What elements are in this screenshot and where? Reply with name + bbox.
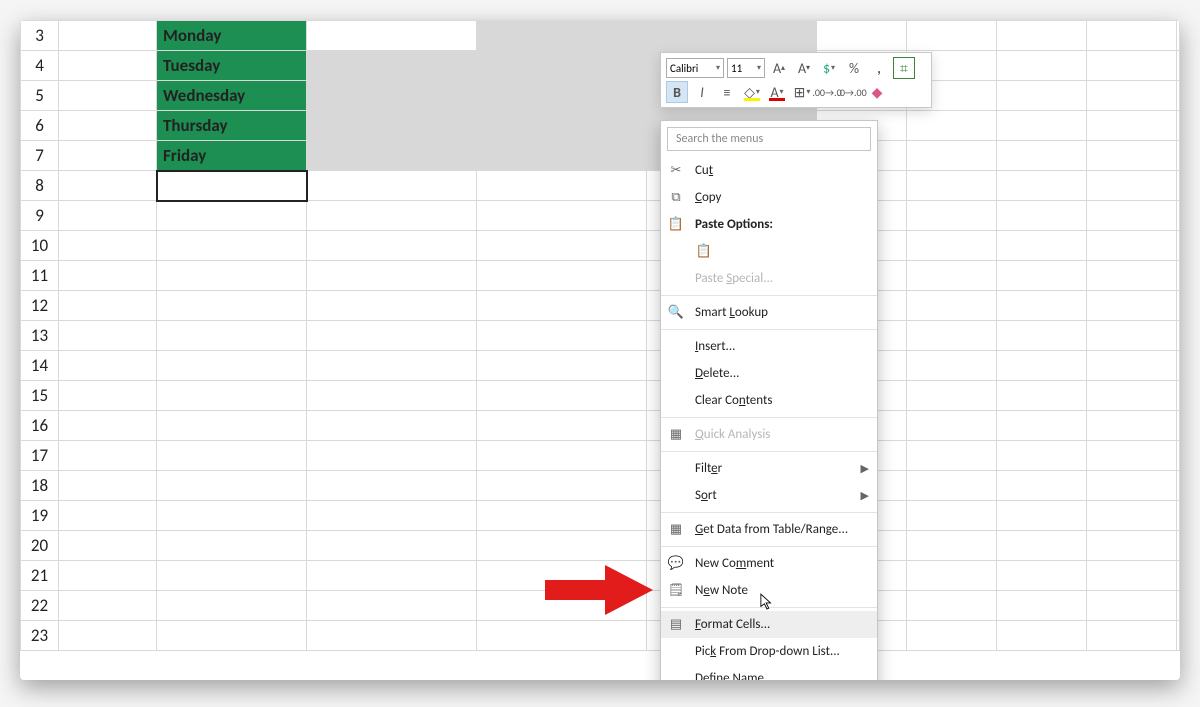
paste-icon: 📋 (667, 216, 685, 234)
selected-cell[interactable] (307, 81, 477, 111)
row-header[interactable]: 8 (21, 171, 59, 201)
row-header[interactable]: 20 (21, 531, 59, 561)
menu-search-input[interactable]: Search the menus (667, 127, 871, 151)
context-menu: Search the menus ✂ Cut ⧉ Copy 📋 Paste Op… (660, 120, 878, 680)
day-header-cell[interactable]: Friday (157, 141, 307, 171)
borders-button[interactable]: ⊞▾ (791, 81, 813, 103)
font-color-button[interactable]: A▾ (766, 81, 788, 103)
row-header[interactable]: 4 (21, 51, 59, 81)
chevron-right-icon: ▶ (861, 462, 869, 475)
row-header[interactable]: 7 (21, 141, 59, 171)
row-header[interactable]: 9 (21, 201, 59, 231)
menu-new-comment[interactable]: 💬 New Comment (661, 550, 877, 577)
comma-format-button[interactable]: , (868, 57, 890, 79)
comment-icon: 💬 (667, 555, 685, 573)
search-icon: 🔍 (667, 304, 685, 322)
selected-cell[interactable] (477, 21, 647, 51)
selected-cell[interactable] (647, 21, 817, 51)
percent-format-button[interactable]: % (843, 57, 865, 79)
menu-quick-analysis: ▦ Quick Analysis (661, 421, 877, 448)
day-header-cell[interactable]: Thursday (157, 111, 307, 141)
row-header[interactable]: 21 (21, 561, 59, 591)
row-header[interactable]: 3 (21, 21, 59, 51)
align-button[interactable]: ≡ (716, 81, 738, 103)
menu-new-note[interactable]: 🗒 New Note (661, 577, 877, 604)
quick-analysis-icon: ▦ (667, 426, 685, 444)
accounting-format-button[interactable]: $▾ (818, 57, 840, 79)
menu-paste-special: Paste Special... (661, 265, 877, 292)
worksheet-grid[interactable]: 3 Monday 4 Tuesday 5 (20, 20, 1180, 680)
row-header[interactable]: 19 (21, 501, 59, 531)
row-header[interactable]: 14 (21, 351, 59, 381)
day-header-cell[interactable]: Tuesday (157, 51, 307, 81)
row-header[interactable]: 5 (21, 81, 59, 111)
row-header[interactable]: 23 (21, 621, 59, 651)
row-header[interactable]: 12 (21, 291, 59, 321)
menu-get-data[interactable]: ▦ Get Data from Table/Range... (661, 516, 877, 543)
row-header[interactable]: 16 (21, 411, 59, 441)
menu-clear-contents[interactable]: Clear Contents (661, 387, 877, 414)
menu-delete[interactable]: Delete... (661, 360, 877, 387)
selected-cell[interactable] (307, 111, 477, 141)
increase-decimal-button[interactable]: .0→.00 (841, 81, 863, 103)
chevron-right-icon: ▶ (861, 489, 869, 502)
bold-button[interactable]: B (666, 81, 688, 103)
selected-cell[interactable] (477, 51, 647, 81)
menu-sort[interactable]: Sort ▶ (661, 482, 877, 509)
row-header[interactable]: 10 (21, 231, 59, 261)
selected-cell[interactable] (477, 141, 647, 171)
decrease-font-button[interactable]: A▾ (793, 57, 815, 79)
selected-cell[interactable] (477, 111, 647, 141)
copy-icon: ⧉ (667, 189, 685, 207)
fill-color-button[interactable]: ◇▾ (741, 81, 763, 103)
italic-button[interactable]: I (691, 81, 713, 103)
mini-toolbar: Calibri▾ 11▾ A▴ A▾ $▾ % , ⌗ B I ≡ ◇▾ A▾ … (660, 52, 932, 108)
menu-paste-icon-row: 📋 (661, 238, 877, 265)
row-header[interactable]: 13 (21, 321, 59, 351)
table-icon: ▦ (667, 521, 685, 539)
table-row: 6 Thursday (21, 111, 1180, 141)
row-header[interactable]: 18 (21, 471, 59, 501)
font-size-selector[interactable]: 11▾ (727, 58, 765, 78)
clear-format-button[interactable]: ◆ (866, 81, 888, 103)
menu-cut[interactable]: ✂ Cut (661, 157, 877, 184)
spreadsheet-window: 3 Monday 4 Tuesday 5 (20, 20, 1180, 680)
row-header[interactable]: 17 (21, 441, 59, 471)
table-row: 7 Friday (21, 141, 1180, 171)
day-header-cell[interactable]: Wednesday (157, 81, 307, 111)
row-header[interactable]: 11 (21, 261, 59, 291)
selected-cell[interactable] (477, 81, 647, 111)
menu-filter[interactable]: Filter ▶ (661, 455, 877, 482)
format-painter-button[interactable]: ⌗ (893, 57, 915, 79)
table-row: 4 Tuesday (21, 51, 1180, 81)
note-icon: 🗒 (667, 582, 685, 600)
cell[interactable] (157, 171, 307, 201)
menu-pick-from-list[interactable]: Pick From Drop-down List... (661, 638, 877, 665)
menu-smart-lookup[interactable]: 🔍 Smart Lookup (661, 299, 877, 326)
menu-copy[interactable]: ⧉ Copy (661, 184, 877, 211)
decrease-decimal-button[interactable]: .00→.0 (816, 81, 838, 103)
cell[interactable] (59, 21, 157, 51)
table-row: 5 Wednesday (21, 81, 1180, 111)
paste-default-icon[interactable]: 📋 (695, 243, 713, 261)
format-cells-icon: ▤ (667, 616, 685, 634)
menu-insert[interactable]: Insert... (661, 333, 877, 360)
row-header[interactable]: 15 (21, 381, 59, 411)
cell[interactable] (307, 21, 477, 51)
selected-cell[interactable] (307, 141, 477, 171)
selected-cell[interactable] (307, 51, 477, 81)
day-header-cell[interactable]: Monday (157, 21, 307, 51)
menu-paste-options-header: 📋 Paste Options: (661, 211, 877, 238)
table-row: 3 Monday (21, 21, 1180, 51)
menu-define-name[interactable]: Define Name... (661, 665, 877, 680)
cut-icon: ✂ (667, 162, 685, 180)
font-selector[interactable]: Calibri▾ (666, 58, 724, 78)
table-row: 8 (21, 171, 1180, 201)
increase-font-button[interactable]: A▴ (768, 57, 790, 79)
row-header[interactable]: 6 (21, 111, 59, 141)
menu-format-cells[interactable]: ▤ Format Cells... (661, 611, 877, 638)
row-header[interactable]: 22 (21, 591, 59, 621)
